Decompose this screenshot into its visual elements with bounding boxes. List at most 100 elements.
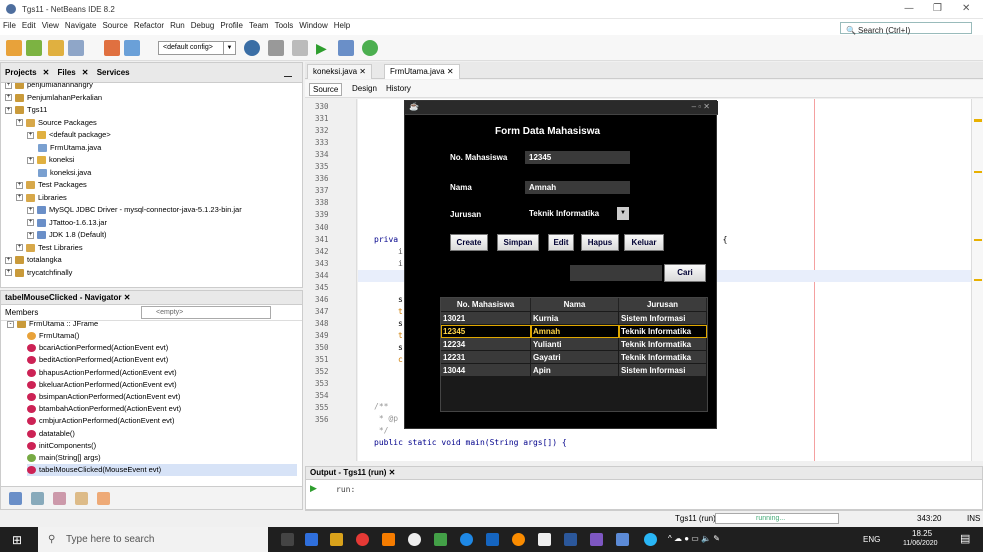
menu-item-team[interactable]: Team xyxy=(246,19,272,32)
navigator-member[interactable]: btambahActionPerformed(ActionEvent evt) xyxy=(27,403,181,415)
tab-files[interactable]: Files xyxy=(54,63,80,82)
table-cell[interactable]: 13021 xyxy=(441,312,531,325)
tree-item[interactable]: + Source Packages xyxy=(16,117,97,129)
static-icon[interactable] xyxy=(53,492,66,505)
table-cell[interactable]: Teknik Informatika xyxy=(619,325,707,338)
inherited-icon[interactable] xyxy=(75,492,88,505)
open-project-icon[interactable] xyxy=(48,40,64,56)
table-cell[interactable]: Teknik Informatika xyxy=(619,338,707,351)
task-view-icon[interactable] xyxy=(281,533,294,546)
tree-item[interactable]: + PenjumlahanPerkalian xyxy=(5,92,102,104)
expand-toggle-icon[interactable]: + xyxy=(27,156,34,164)
table-row[interactable]: 12345 Amnah Teknik Informatika xyxy=(441,325,707,338)
tree-item[interactable]: + JTattoo-1.6.13.jar xyxy=(27,217,107,229)
search-input[interactable]: 🔍 Search (Ctrl+I) xyxy=(840,22,972,35)
table-cell[interactable]: Sistem Informasi xyxy=(619,312,707,325)
tree-item[interactable]: + Test Libraries xyxy=(16,242,83,254)
source-view-button[interactable]: Source xyxy=(309,83,343,96)
table-cell[interactable]: Kurnia xyxy=(531,312,619,325)
menu-item-navigate[interactable]: Navigate xyxy=(62,19,100,32)
edit-button[interactable]: Edit xyxy=(548,234,574,251)
netbeans-taskbar-icon[interactable] xyxy=(616,533,629,546)
table-row[interactable]: 12231 Gayatri Teknik Informatika xyxy=(441,351,707,364)
tab-frmutama[interactable]: FrmUtama.java ✕ xyxy=(384,64,460,79)
build-icon[interactable] xyxy=(292,40,308,56)
tree-item[interactable]: + totalangka xyxy=(5,254,62,266)
help-icon[interactable] xyxy=(644,533,657,546)
navigator-member[interactable]: tabelMouseClicked(MouseEvent evt) xyxy=(27,464,297,477)
expand-toggle-icon[interactable]: + xyxy=(16,181,23,189)
settings-icon[interactable] xyxy=(244,40,260,56)
jurusan-select[interactable]: Teknik Informatika ▼ xyxy=(525,207,629,220)
illustrator-icon[interactable] xyxy=(382,533,395,546)
search-field[interactable] xyxy=(570,265,662,281)
expand-toggle-icon[interactable]: + xyxy=(5,83,12,89)
table-cell[interactable]: 12234 xyxy=(441,338,531,351)
warning-mark[interactable] xyxy=(974,239,982,241)
table-cell[interactable]: Amnah xyxy=(531,325,619,338)
table-row[interactable]: 13044 Apin Sistem Informasi xyxy=(441,364,707,377)
tab-services[interactable]: Services xyxy=(93,63,134,82)
tree-item[interactable]: + JDK 1.8 (Default) xyxy=(27,229,107,241)
rerun-icon[interactable]: ▶ xyxy=(310,483,317,494)
collapse-toggle-icon[interactable]: - xyxy=(7,321,14,328)
navigator-member[interactable]: beditActionPerformed(ActionEvent evt) xyxy=(27,354,168,366)
navigator-member[interactable]: cmbjurActionPerformed(ActionEvent evt) xyxy=(27,415,174,427)
new-project-icon[interactable] xyxy=(26,40,42,56)
navigator-member[interactable]: bkeluarActionPerformed(ActionEvent evt) xyxy=(27,379,177,391)
expand-toggle-icon[interactable]: + xyxy=(27,231,34,239)
history-view-button[interactable]: History xyxy=(383,83,414,94)
fields-icon[interactable] xyxy=(31,492,44,505)
edge-icon[interactable] xyxy=(460,533,473,546)
warning-mark[interactable] xyxy=(974,171,982,173)
table-cell[interactable]: Sistem Informasi xyxy=(619,364,707,377)
tree-item[interactable]: + Tgs11 xyxy=(5,104,47,116)
table-cell[interactable]: Apin xyxy=(531,364,619,377)
table-cell[interactable]: Gayatri xyxy=(531,351,619,364)
menu-item-view[interactable]: View xyxy=(39,19,62,32)
app-icon[interactable] xyxy=(486,533,499,546)
debug-icon[interactable] xyxy=(338,40,354,56)
redo-icon[interactable] xyxy=(124,40,140,56)
expand-toggle-icon[interactable]: + xyxy=(16,194,23,202)
checkmark-app-icon[interactable] xyxy=(434,533,447,546)
expand-toggle-icon[interactable]: + xyxy=(27,206,34,214)
profile-icon[interactable] xyxy=(362,40,378,56)
system-tray-icons[interactable]: ^ ☁ ● ▭ 🔈 ✎ xyxy=(668,534,720,543)
dialog-window-controls[interactable]: – ▫ ✕ xyxy=(692,102,710,111)
nama-field[interactable]: Amnah xyxy=(525,181,630,194)
tree-item[interactable]: + trycatchfinally xyxy=(5,267,72,279)
expand-toggle-icon[interactable]: + xyxy=(27,131,34,139)
navigator-member[interactable]: initComponents() xyxy=(27,440,96,452)
navigator-member[interactable]: datatable() xyxy=(27,428,75,440)
menu-item-edit[interactable]: Edit xyxy=(19,19,39,32)
notification-icon[interactable]: ▤ xyxy=(960,532,970,545)
clean-build-icon[interactable] xyxy=(268,40,284,56)
expand-toggle-icon[interactable]: + xyxy=(5,256,12,264)
menu-item-tools[interactable]: Tools xyxy=(272,19,297,32)
tab-projects[interactable]: Projects xyxy=(1,63,41,82)
table-row[interactable]: 12234 Yulianti Teknik Informatika xyxy=(441,338,707,351)
tree-item[interactable]: + Libraries xyxy=(16,192,67,204)
menu-item-help[interactable]: Help xyxy=(331,19,353,32)
close-icon[interactable]: ✕ xyxy=(962,3,970,14)
expand-toggle-icon[interactable]: + xyxy=(16,244,23,252)
tree-item[interactable]: koneksi.java xyxy=(38,167,91,179)
expand-toggle-icon[interactable]: + xyxy=(5,269,12,277)
config-select[interactable]: <default config> ▼ xyxy=(158,41,236,55)
menu-item-refactor[interactable]: Refactor xyxy=(131,19,167,32)
navigator-member[interactable]: main(String[] args) xyxy=(27,452,101,464)
navigator-member[interactable]: FrmUtama() xyxy=(27,330,79,342)
windows-start-icon[interactable]: ⊞ xyxy=(12,533,22,547)
warning-mark[interactable] xyxy=(974,279,982,281)
table-cell[interactable]: Teknik Informatika xyxy=(619,351,707,364)
save-all-icon[interactable] xyxy=(68,40,84,56)
tree-item[interactable]: + <default package> xyxy=(27,129,111,141)
clock-time[interactable]: 18.25 xyxy=(912,529,932,538)
firefox-icon[interactable] xyxy=(512,533,525,546)
table-cell[interactable]: 13044 xyxy=(441,364,531,377)
word-icon[interactable] xyxy=(564,533,577,546)
tree-item[interactable]: + Test Packages xyxy=(16,179,87,191)
menu-item-window[interactable]: Window xyxy=(296,19,330,32)
column-header-no[interactable]: No. Mahasiswa xyxy=(441,298,531,311)
